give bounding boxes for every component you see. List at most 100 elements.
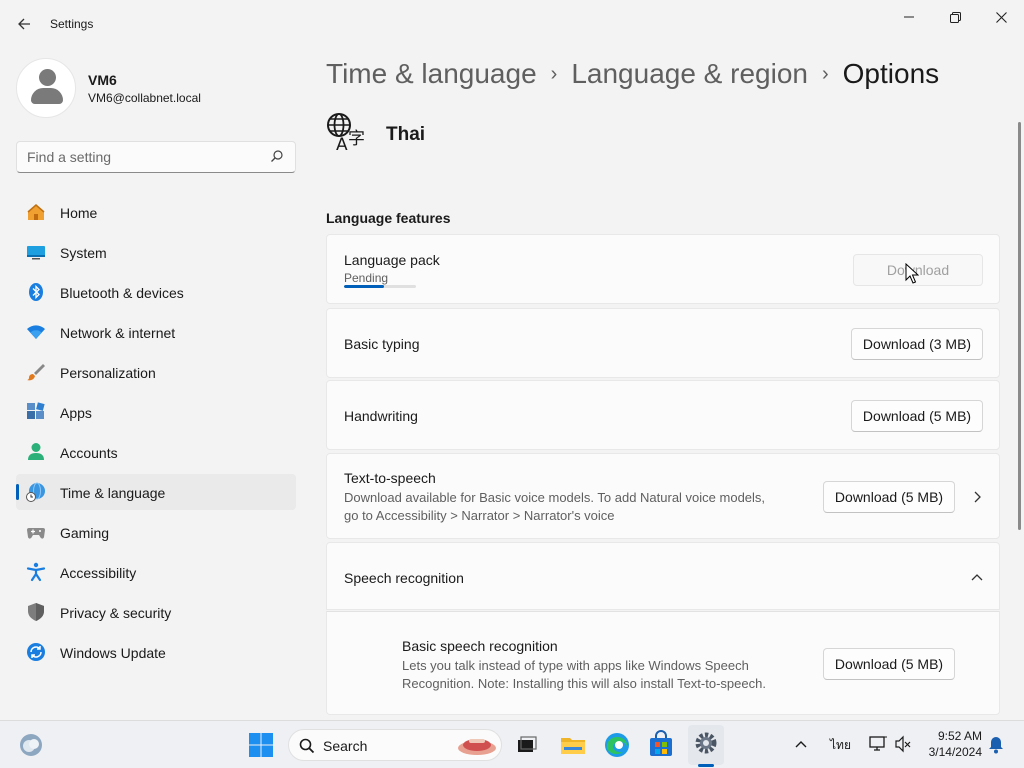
- accessibility-icon: [26, 562, 46, 582]
- home-icon: [27, 204, 45, 220]
- handwriting-download-button[interactable]: Download (5 MB): [851, 400, 983, 432]
- language-pack-card: Language pack Pending Download: [326, 234, 1000, 304]
- sidebar-item-label: Personalization: [60, 365, 156, 381]
- basic-speech-download-button[interactable]: Download (5 MB): [823, 648, 955, 680]
- sidebar-item-label: Accessibility: [60, 565, 137, 581]
- sidebar-item-windows-update[interactable]: Windows Update: [16, 634, 296, 670]
- scrollbar[interactable]: [1018, 122, 1021, 530]
- breadcrumb-language-region[interactable]: Language & region: [571, 58, 808, 89]
- sidebar-item-bluetooth[interactable]: Bluetooth & devices: [16, 274, 296, 310]
- avatar: [16, 58, 76, 118]
- sidebar-item-label: Accounts: [60, 445, 118, 461]
- close-button[interactable]: [978, 6, 1024, 28]
- basic-typing-title: Basic typing: [344, 336, 420, 352]
- page-title: Options: [842, 58, 940, 89]
- sidebar-item-label: Bluetooth & devices: [60, 285, 184, 301]
- sidebar-item-time-language[interactable]: Time & language: [16, 474, 296, 510]
- minimize-button[interactable]: [886, 6, 932, 28]
- speech-recognition-title: Speech recognition: [344, 570, 464, 586]
- system-icon: [27, 246, 45, 260]
- search-input[interactable]: [27, 148, 257, 166]
- bluetooth-icon: [29, 283, 43, 301]
- apps-icon: [27, 402, 45, 419]
- accounts-icon: [28, 443, 44, 460]
- clock-time: 9:52 AM: [937, 729, 982, 743]
- network-icon[interactable]: [868, 734, 888, 754]
- language-pack-title: Language pack: [344, 252, 440, 268]
- taskbar: Search ไทย 9:52 AM 3/14/2024: [0, 720, 1024, 768]
- microsoft-store-icon[interactable]: [646, 730, 676, 760]
- search-highlight-icon: [458, 739, 496, 755]
- globe-clock-icon: [26, 482, 45, 502]
- user-email: VM6@collabnet.local: [88, 91, 201, 105]
- handwriting-card: Handwriting Download (5 MB): [326, 380, 1000, 450]
- sidebar-item-privacy[interactable]: Privacy & security: [16, 594, 296, 630]
- breadcrumb-time-language[interactable]: Time & language: [326, 58, 537, 89]
- sidebar-item-apps[interactable]: Apps: [16, 394, 296, 430]
- app-title: Settings: [50, 17, 94, 31]
- task-view-icon[interactable]: [512, 730, 542, 760]
- notification-bell-icon[interactable]: [988, 735, 1004, 755]
- taskbar-search[interactable]: Search: [288, 729, 502, 761]
- basic-speech-description-line2: Recognition. Note: Installing this will …: [402, 676, 766, 691]
- back-button[interactable]: [14, 12, 34, 36]
- back-arrow-icon: [18, 18, 30, 30]
- sidebar-item-label: Network & internet: [60, 325, 176, 341]
- settings-search-box[interactable]: [16, 141, 296, 173]
- maximize-button[interactable]: [932, 6, 978, 28]
- settings-gear-icon: [695, 732, 717, 754]
- close-icon: [995, 12, 1007, 23]
- sidebar-item-label: Privacy & security: [60, 605, 172, 621]
- sidebar-item-label: Time & language: [60, 485, 166, 501]
- sidebar-item-network[interactable]: Network & internet: [16, 314, 296, 350]
- speech-recognition-card[interactable]: Speech recognition: [326, 542, 1000, 610]
- language-icon: A 字: [327, 113, 365, 152]
- search-icon: [299, 738, 315, 754]
- sidebar-item-gaming[interactable]: Gaming: [16, 514, 296, 550]
- title-bar: Settings: [0, 0, 1024, 48]
- taskbar-clock[interactable]: 9:52 AM 3/14/2024: [920, 728, 982, 760]
- tts-title: Text-to-speech: [344, 470, 436, 486]
- mouse-cursor-icon: [905, 263, 919, 284]
- wifi-icon: [27, 325, 45, 339]
- file-explorer-icon[interactable]: [558, 730, 588, 760]
- tts-description-line2: go to Accessibility > Narrator > Narrato…: [344, 508, 615, 523]
- update-icon: [27, 643, 45, 661]
- breadcrumb-separator: ›: [821, 63, 829, 85]
- chevron-up-icon[interactable]: [969, 570, 985, 586]
- start-button-icon[interactable]: [246, 730, 276, 760]
- minimize-icon: [904, 16, 914, 18]
- basic-typing-download-button[interactable]: Download (3 MB): [851, 328, 983, 360]
- sidebar-item-accessibility[interactable]: Accessibility: [16, 554, 296, 590]
- edge-browser-icon[interactable]: [602, 730, 632, 760]
- user-name: VM6: [88, 72, 117, 88]
- volume-muted-icon[interactable]: [894, 734, 912, 754]
- gamepad-icon: [27, 528, 45, 539]
- tts-description-line1: Download available for Basic voice model…: [344, 490, 766, 505]
- text-to-speech-card[interactable]: Text-to-speech Download available for Ba…: [326, 453, 1000, 539]
- sidebar-item-system[interactable]: System: [16, 234, 296, 270]
- sidebar-item-personalization[interactable]: Personalization: [16, 354, 296, 390]
- sidebar-item-accounts[interactable]: Accounts: [16, 434, 296, 470]
- sidebar-item-label: Apps: [60, 405, 92, 421]
- sidebar-item-label: Home: [60, 205, 98, 221]
- basic-speech-recognition-row: Basic speech recognition Lets you talk i…: [326, 611, 1000, 715]
- breadcrumb: Time & language › Language & region › Option…: [326, 58, 1006, 90]
- active-app-indicator: [698, 764, 714, 767]
- language-name: Thai: [386, 124, 426, 145]
- sidebar-item-label: Gaming: [60, 525, 110, 541]
- language-pack-progress: [344, 285, 416, 288]
- user-profile[interactable]: VM6 VM6@collabnet.local: [16, 58, 296, 118]
- brush-icon: [27, 364, 45, 381]
- shield-icon: [28, 603, 44, 621]
- taskbar-search-label: Search: [323, 738, 368, 754]
- input-indicator[interactable]: ไทย: [830, 736, 851, 756]
- chevron-right-icon[interactable]: [969, 489, 985, 505]
- svg-text:A: A: [336, 135, 348, 152]
- basic-typing-card: Basic typing Download (3 MB): [326, 308, 1000, 378]
- chevron-up-icon[interactable]: [794, 734, 808, 754]
- weather-icon[interactable]: [18, 732, 44, 758]
- settings-taskbar-button[interactable]: [688, 725, 724, 765]
- sidebar-item-home[interactable]: Home: [16, 194, 296, 230]
- tts-download-button[interactable]: Download (5 MB): [823, 481, 955, 513]
